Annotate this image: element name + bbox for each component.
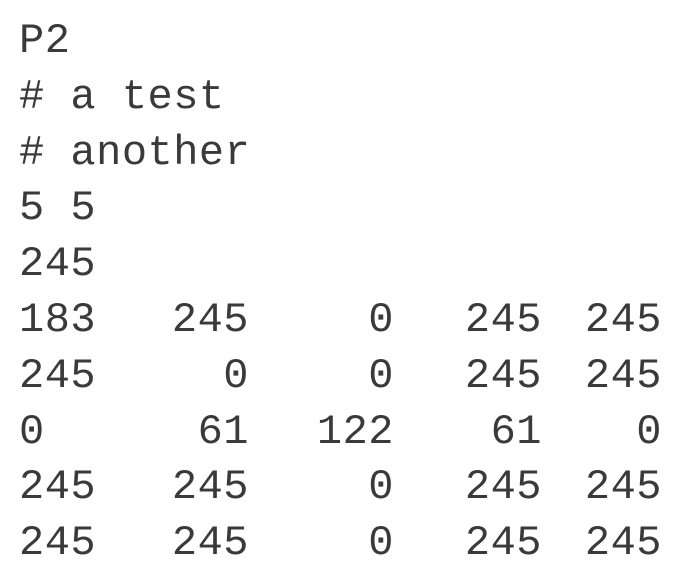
pixel-value: 0 bbox=[223, 351, 249, 400]
pixel-value: 0 bbox=[368, 351, 394, 400]
pixel-value: 245 bbox=[584, 463, 662, 512]
pixel-value: 61 bbox=[197, 407, 249, 456]
pixel-value: 0 bbox=[368, 295, 394, 344]
pixel-value: 183 bbox=[19, 295, 97, 344]
pixel-value: 245 bbox=[464, 351, 542, 400]
magic-number: P2 bbox=[19, 17, 71, 65]
pixel-row: 245 0 0 245 245 bbox=[19, 349, 689, 405]
pixel-value: 245 bbox=[19, 351, 97, 400]
pixel-row: 245 245 0 245 245 bbox=[19, 516, 689, 572]
pixel-value: 61 bbox=[490, 407, 542, 456]
comment-line: # a test bbox=[19, 72, 225, 121]
pixel-value: 245 bbox=[584, 519, 662, 568]
pixel-value: 245 bbox=[19, 519, 97, 568]
pixel-value: 0 bbox=[19, 407, 45, 456]
pixel-row: 245 245 0 245 245 bbox=[19, 460, 689, 516]
pixel-value: 245 bbox=[19, 463, 97, 512]
pgm-file-text: P2 # a test # another 5 5 245 183 245 0 … bbox=[19, 14, 689, 572]
pixel-value: 0 bbox=[368, 463, 394, 512]
image-dimensions: 5 5 bbox=[19, 184, 97, 233]
pixel-row: 0 61 122 61 0 bbox=[19, 405, 689, 461]
pixel-value: 245 bbox=[171, 463, 249, 512]
pixel-value: 0 bbox=[368, 519, 394, 568]
pixel-value: 245 bbox=[584, 351, 662, 400]
pixel-value: 245 bbox=[584, 295, 662, 344]
pixel-value: 245 bbox=[464, 295, 542, 344]
comment-line: # another bbox=[19, 128, 251, 177]
max-value: 245 bbox=[19, 240, 97, 289]
pixel-value: 245 bbox=[464, 463, 542, 512]
pixel-value: 122 bbox=[316, 407, 394, 456]
pixel-value: 245 bbox=[464, 519, 542, 568]
pixel-value: 245 bbox=[171, 295, 249, 344]
pixel-value: 245 bbox=[171, 519, 249, 568]
pixel-value: 0 bbox=[636, 407, 662, 456]
pixel-row: 183 245 0 245 245 bbox=[19, 293, 689, 349]
